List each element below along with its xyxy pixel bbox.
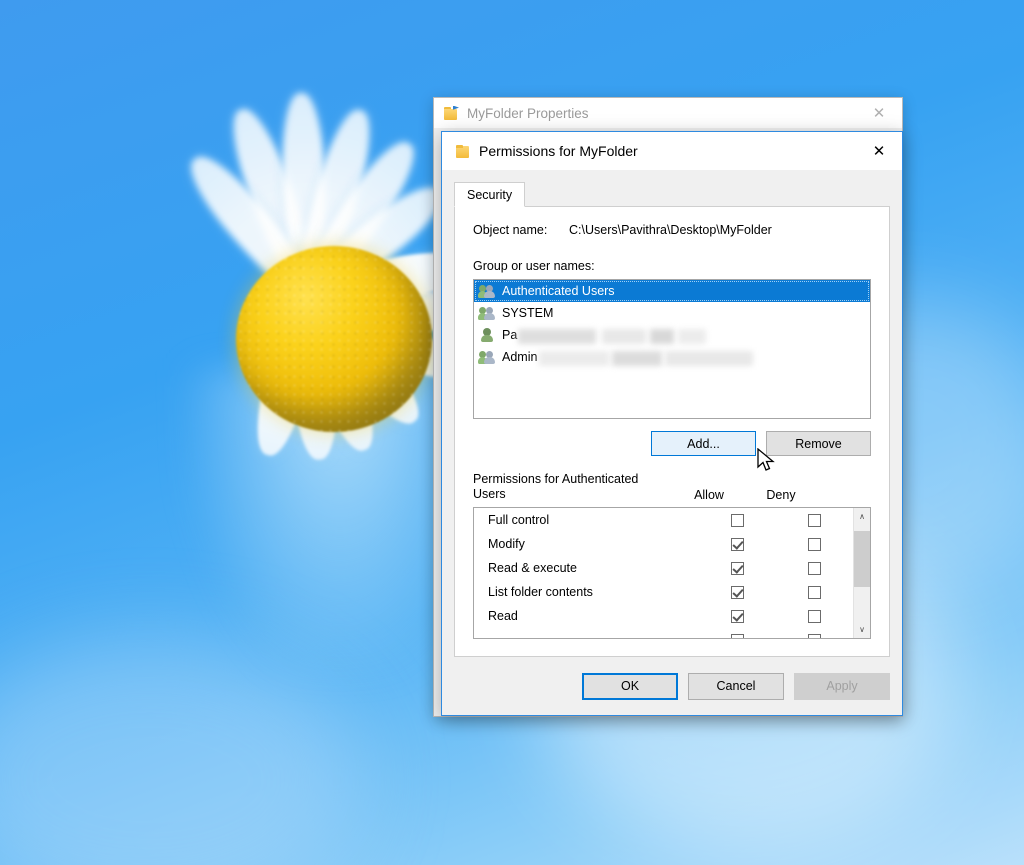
group-user-names-label: Group or user names: xyxy=(473,259,871,273)
table-row[interactable]: Full control xyxy=(474,508,853,532)
redacted-text xyxy=(518,329,596,344)
table-row[interactable]: Read xyxy=(474,604,853,628)
deny-checkbox[interactable] xyxy=(808,514,821,527)
list-item-label: SYSTEM xyxy=(502,306,553,320)
object-name-value: C:\Users\Pavithra\Desktop\MyFolder xyxy=(569,223,871,237)
list-item[interactable]: Admin xyxy=(474,346,870,368)
flower-center xyxy=(236,246,432,432)
list-item-label: Authenticated Users xyxy=(502,284,615,298)
deny-cell[interactable] xyxy=(776,586,853,599)
security-tab-panel: Object name: C:\Users\Pavithra\Desktop\M… xyxy=(454,207,890,657)
deny-cell[interactable] xyxy=(776,610,853,623)
fg-window-titlebar[interactable]: Permissions for MyFolder ✕ xyxy=(442,132,902,170)
redacted-text xyxy=(612,351,662,366)
permissions-list[interactable]: Full control Modify Read & execute xyxy=(473,507,871,639)
bg-window-title: MyFolder Properties xyxy=(467,106,856,121)
add-button[interactable]: Add... xyxy=(651,431,756,456)
list-action-buttons: Add... Remove xyxy=(473,431,871,456)
table-row[interactable]: Modify xyxy=(474,532,853,556)
permissions-header: Permissions for Authenticated Users Allo… xyxy=(473,472,871,502)
deny-checkbox[interactable] xyxy=(808,538,821,551)
table-row[interactable]: List folder contents xyxy=(474,580,853,604)
deny-checkbox[interactable] xyxy=(808,586,821,599)
folder-icon xyxy=(456,144,471,159)
deny-checkbox[interactable] xyxy=(808,562,821,575)
scroll-up-icon[interactable]: ∧ xyxy=(854,508,870,525)
close-icon[interactable]: ✕ xyxy=(856,132,902,170)
list-item-label: Admin xyxy=(502,350,537,364)
list-item[interactable]: Authenticated Users xyxy=(474,280,870,302)
allow-cell[interactable] xyxy=(699,562,776,575)
redacted-text xyxy=(602,329,646,344)
list-item-label: Pa xyxy=(502,328,517,342)
close-icon[interactable]: ✕ xyxy=(856,98,902,128)
deny-cell[interactable] xyxy=(776,538,853,551)
column-header-deny: Deny xyxy=(745,488,817,502)
allow-checkbox[interactable] xyxy=(731,514,744,527)
redacted-text xyxy=(678,329,706,344)
bg-window-titlebar[interactable]: MyFolder Properties ✕ xyxy=(434,98,902,128)
permissions-title: Permissions for Authenticated Users xyxy=(473,472,673,502)
permission-name: Modify xyxy=(474,537,699,551)
group-user-list[interactable]: Authenticated Users SYSTEM Pa xyxy=(473,279,871,419)
permission-name: List folder contents xyxy=(474,585,699,599)
deny-checkbox[interactable] xyxy=(808,634,821,639)
dialog-title: Permissions for MyFolder xyxy=(479,143,856,159)
allow-cell[interactable] xyxy=(699,586,776,599)
scrollbar-thumb[interactable] xyxy=(854,531,870,587)
folder-icon xyxy=(444,106,459,121)
remove-button[interactable]: Remove xyxy=(766,431,871,456)
allow-cell[interactable] xyxy=(699,610,776,623)
cancel-button[interactable]: Cancel xyxy=(688,673,784,700)
tab-security[interactable]: Security xyxy=(454,182,525,207)
scrollbar-track[interactable] xyxy=(854,525,870,621)
redacted-text xyxy=(665,351,753,366)
user-icon xyxy=(478,327,496,343)
column-header-allow: Allow xyxy=(673,488,745,502)
scroll-down-icon[interactable]: ∨ xyxy=(854,621,870,638)
deny-checkbox[interactable] xyxy=(808,610,821,623)
permissions-dialog[interactable]: Permissions for MyFolder ✕ Security Obje… xyxy=(441,131,903,716)
deny-cell[interactable] xyxy=(776,562,853,575)
permissions-rows: Full control Modify Read & execute xyxy=(474,508,853,638)
table-row[interactable]: Read & execute xyxy=(474,556,853,580)
list-item[interactable]: Pa xyxy=(474,324,870,346)
permission-name: Read & execute xyxy=(474,561,699,575)
table-row-partial[interactable] xyxy=(474,628,853,638)
object-name-row: Object name: C:\Users\Pavithra\Desktop\M… xyxy=(473,223,871,237)
redacted-text xyxy=(650,329,674,344)
group-icon xyxy=(478,283,496,299)
permission-name: Full control xyxy=(474,513,699,527)
group-icon xyxy=(478,349,496,365)
allow-checkbox[interactable] xyxy=(731,538,744,551)
allow-checkbox[interactable] xyxy=(731,562,744,575)
allow-cell[interactable] xyxy=(699,538,776,551)
dialog-footer: OK Cancel Apply xyxy=(442,657,902,715)
allow-checkbox[interactable] xyxy=(731,634,744,639)
apply-button: Apply xyxy=(794,673,890,700)
redacted-text xyxy=(539,351,609,366)
tab-strip: Security xyxy=(454,182,890,207)
list-item[interactable]: SYSTEM xyxy=(474,302,870,324)
permissions-scrollbar[interactable]: ∧ ∨ xyxy=(853,508,870,638)
deny-cell[interactable] xyxy=(776,514,853,527)
permission-name: Read xyxy=(474,609,699,623)
object-name-label: Object name: xyxy=(473,223,569,237)
allow-cell[interactable] xyxy=(699,514,776,527)
ok-button[interactable]: OK xyxy=(582,673,678,700)
group-icon xyxy=(478,305,496,321)
allow-checkbox[interactable] xyxy=(731,586,744,599)
allow-checkbox[interactable] xyxy=(731,610,744,623)
